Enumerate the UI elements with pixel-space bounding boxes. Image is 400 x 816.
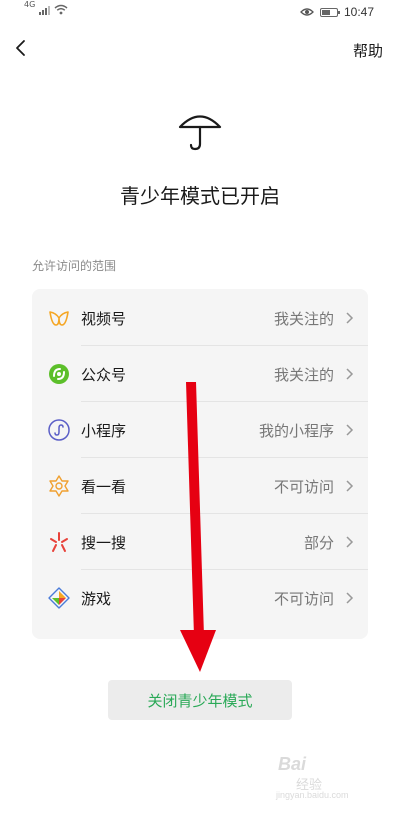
chevron-right-icon bbox=[346, 312, 354, 324]
help-button[interactable]: 帮助 bbox=[353, 40, 383, 61]
mini-program-icon bbox=[48, 419, 70, 441]
list-item-game[interactable]: 游戏 不可访问 bbox=[32, 570, 368, 626]
page-title: 青少年模式已开启 bbox=[120, 184, 280, 208]
wifi-icon bbox=[54, 4, 68, 15]
watermark-brand: Bai bbox=[278, 754, 307, 774]
list-item-label: 看一看 bbox=[81, 478, 127, 496]
top-stories-icon bbox=[49, 475, 69, 497]
close-teen-mode-button[interactable]: 关闭青少年模式 bbox=[108, 680, 292, 720]
eye-icon bbox=[300, 8, 314, 16]
umbrella-icon bbox=[178, 115, 222, 151]
list-item-value: 我关注的 bbox=[273, 310, 334, 328]
watermark-url: jingyan.baidu.com bbox=[276, 790, 349, 800]
signal-icon bbox=[39, 5, 51, 15]
status-right: 10:47 bbox=[300, 5, 374, 19]
list-item-label: 小程序 bbox=[81, 422, 127, 440]
battery-icon bbox=[319, 7, 340, 17]
list-item-search[interactable]: 搜一搜 部分 bbox=[32, 514, 368, 570]
access-scope-list: 视频号 我关注的 公众号 我关注的 小程序 我的小程序 看一看 不可访问 搜一搜… bbox=[32, 289, 368, 639]
list-item-value: 不可访问 bbox=[273, 590, 334, 608]
list-item-top-stories[interactable]: 看一看 不可访问 bbox=[32, 458, 368, 514]
list-item-label: 游戏 bbox=[81, 590, 112, 608]
chevron-right-icon bbox=[346, 480, 354, 492]
list-item-video-channel[interactable]: 视频号 我关注的 bbox=[32, 290, 368, 346]
list-item-value: 我的小程序 bbox=[258, 422, 334, 440]
clock: 10:47 bbox=[343, 5, 374, 19]
video-channel-icon bbox=[49, 311, 69, 326]
list-item-label: 公众号 bbox=[81, 366, 127, 384]
status-bar: 4G 10:47 bbox=[0, 0, 400, 26]
list-item-value: 不可访问 bbox=[273, 478, 334, 496]
list-item-mini-program[interactable]: 小程序 我的小程序 bbox=[32, 402, 368, 458]
list-item-label: 搜一搜 bbox=[81, 534, 127, 552]
network-type: 4G bbox=[24, 0, 36, 9]
back-icon[interactable] bbox=[10, 36, 34, 60]
official-account-icon bbox=[49, 364, 69, 384]
list-item-value: 部分 bbox=[303, 534, 334, 552]
list-item-value: 我关注的 bbox=[273, 366, 334, 384]
signal-area: 4G bbox=[24, 0, 68, 15]
chevron-right-icon bbox=[346, 368, 354, 380]
chevron-right-icon bbox=[346, 536, 354, 548]
section-label: 允许访问的范围 bbox=[32, 259, 117, 273]
list-item-label: 视频号 bbox=[81, 310, 127, 328]
list-item-official-account[interactable]: 公众号 我关注的 bbox=[32, 346, 368, 402]
game-icon bbox=[48, 587, 70, 609]
chevron-right-icon bbox=[346, 592, 354, 604]
watermark: Bai 经验 jingyan.baidu.com bbox=[272, 752, 382, 802]
search-icon bbox=[50, 532, 68, 552]
chevron-right-icon bbox=[346, 424, 354, 436]
